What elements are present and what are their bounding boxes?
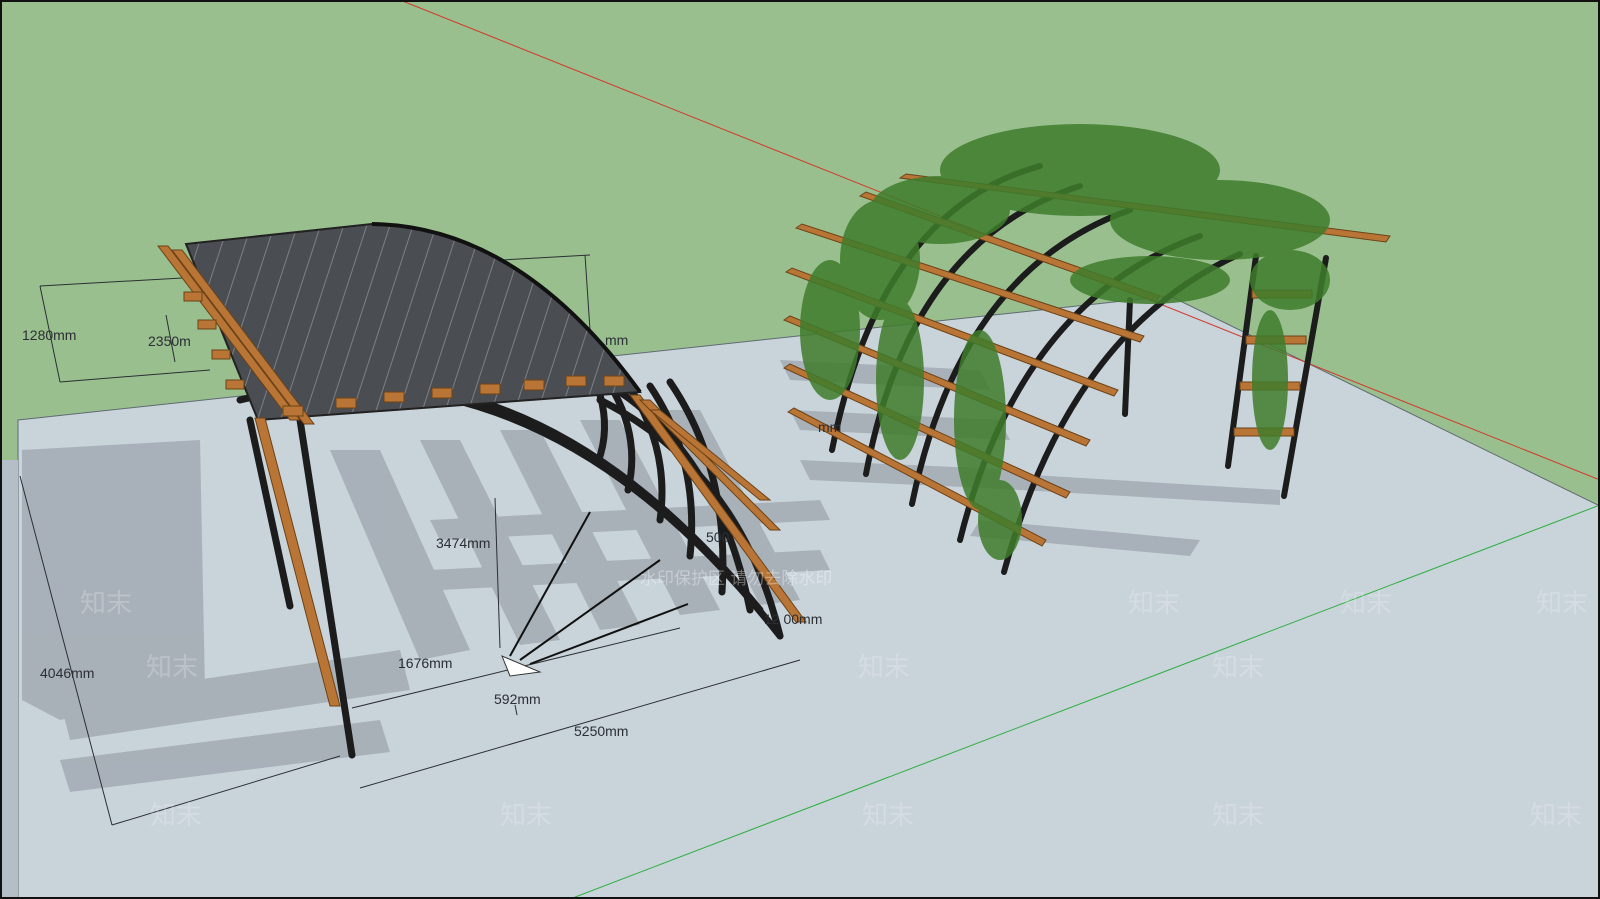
watermark-logo-8: 知末: [862, 801, 914, 831]
watermark-logo-7: 知末: [500, 801, 552, 831]
model-canvas[interactable]: 1280mm 2350m mm 3474mm 1676mm 592mm 5250…: [0, 0, 1600, 899]
dim-12-00: 12 00mm: [764, 611, 822, 627]
watermark-logo-12: 知末: [1530, 801, 1582, 831]
left-pergola-roof: [184, 222, 642, 422]
dim-4046: 4046mm: [40, 665, 94, 681]
dim-1676: 1676mm: [398, 655, 452, 671]
dim-500: 500: [706, 529, 730, 545]
dim-2350: 2350m: [148, 333, 191, 349]
watermark-logo-6: 知末: [1340, 589, 1392, 619]
watermark-logo-3: 知末: [858, 653, 910, 683]
sketchup-viewport[interactable]: 1280mm 2350m mm 3474mm 1676mm 592mm 5250…: [0, 0, 1600, 899]
dim-mm-right: mm: [605, 332, 628, 348]
dim-592: 592mm: [494, 691, 541, 707]
watermark-banner: 水印保护区 请勿去除水印: [640, 569, 832, 589]
watermark-logo-1: 知末: [80, 589, 132, 619]
watermark-logo-2: 知末: [146, 653, 198, 683]
dim-1280: 1280mm: [22, 327, 76, 343]
watermark-logo-11: 知末: [1536, 589, 1588, 619]
dim-5250: 5250mm: [574, 723, 628, 739]
dim-3474: 3474mm: [436, 535, 490, 551]
ground-slab-edge: [0, 460, 18, 899]
watermark-logo-4: 知末: [1212, 653, 1264, 683]
watermark-logo-10: 知末: [150, 801, 202, 831]
watermark-logo-5: 知末: [1128, 589, 1180, 619]
dim-mm-left: mm: [818, 419, 841, 435]
watermark-logo-9: 知末: [1212, 801, 1264, 831]
